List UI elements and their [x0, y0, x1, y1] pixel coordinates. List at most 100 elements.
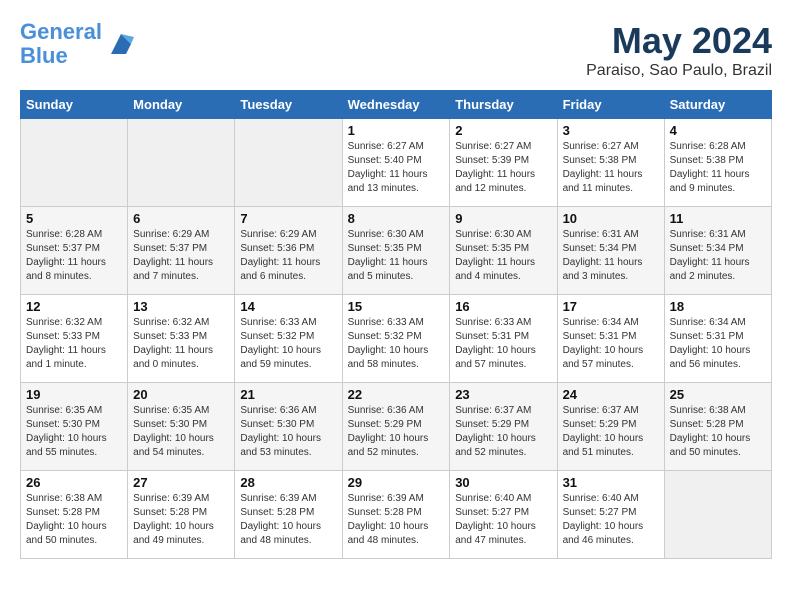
day-header-saturday: Saturday	[664, 91, 771, 119]
calendar-cell: 10 Sunrise: 6:31 AM Sunset: 5:34 PM Dayli…	[557, 207, 664, 295]
day-info: Sunrise: 6:39 AM Sunset: 5:28 PM Dayligh…	[133, 492, 229, 548]
day-info: Sunrise: 6:31 AM Sunset: 5:34 PM Dayligh…	[563, 228, 659, 284]
day-number: 16	[455, 299, 551, 314]
calendar-header-row: SundayMondayTuesdayWednesdayThursdayFrid…	[21, 91, 772, 119]
day-header-monday: Monday	[128, 91, 235, 119]
day-info: Sunrise: 6:36 AM Sunset: 5:30 PM Dayligh…	[240, 404, 336, 460]
calendar-cell: 25 Sunrise: 6:38 AM Sunset: 5:28 PM Dayli…	[664, 383, 771, 471]
day-number: 10	[563, 211, 659, 226]
day-info: Sunrise: 6:37 AM Sunset: 5:29 PM Dayligh…	[455, 404, 551, 460]
day-info: Sunrise: 6:35 AM Sunset: 5:30 PM Dayligh…	[133, 404, 229, 460]
day-number: 6	[133, 211, 229, 226]
day-number: 23	[455, 387, 551, 402]
day-info: Sunrise: 6:29 AM Sunset: 5:37 PM Dayligh…	[133, 228, 229, 284]
calendar-cell: 12Sunrise: 6:32 AM Sunset: 5:33 PM Dayli…	[21, 295, 128, 383]
calendar-table: SundayMondayTuesdayWednesdayThursdayFrid…	[20, 90, 772, 559]
calendar-cell: 17Sunrise: 6:34 AM Sunset: 5:31 PM Dayli…	[557, 295, 664, 383]
day-header-sunday: Sunday	[21, 91, 128, 119]
day-number: 22	[348, 387, 445, 402]
day-info: Sunrise: 6:40 AM Sunset: 5:27 PM Dayligh…	[455, 492, 551, 548]
calendar-cell: 19 Sunrise: 6:35 AM Sunset: 5:30 PM Dayli…	[21, 383, 128, 471]
day-info: Sunrise: 6:28 AM Sunset: 5:37 PM Dayligh…	[26, 228, 122, 284]
day-number: 7	[240, 211, 336, 226]
calendar-cell: 3 Sunrise: 6:27 AM Sunset: 5:38 PM Daylig…	[557, 119, 664, 207]
day-info: Sunrise: 6:31 AM Sunset: 5:34 PM Dayligh…	[670, 228, 766, 284]
logo: General Blue	[20, 20, 136, 68]
day-info: Sunrise: 6:35 AM Sunset: 5:30 PM Dayligh…	[26, 404, 122, 460]
day-number: 8	[348, 211, 445, 226]
day-number: 14	[240, 299, 336, 314]
title-block: May 2024 Paraiso, Sao Paulo, Brazil	[586, 20, 772, 80]
calendar-cell: 15 Sunrise: 6:33 AM Sunset: 5:32 PM Dayli…	[342, 295, 450, 383]
day-header-tuesday: Tuesday	[235, 91, 342, 119]
calendar-cell	[664, 471, 771, 559]
month-title: May 2024	[586, 20, 772, 62]
day-number: 31	[563, 475, 659, 490]
day-number: 19	[26, 387, 122, 402]
calendar-cell: 28 Sunrise: 6:39 AM Sunset: 5:28 PM Dayli…	[235, 471, 342, 559]
day-number: 11	[670, 211, 766, 226]
day-info: Sunrise: 6:27 AM Sunset: 5:40 PM Dayligh…	[348, 140, 445, 196]
day-info: Sunrise: 6:39 AM Sunset: 5:28 PM Dayligh…	[240, 492, 336, 548]
day-info: Sunrise: 6:38 AM Sunset: 5:28 PM Dayligh…	[670, 404, 766, 460]
calendar-week-4: 19 Sunrise: 6:35 AM Sunset: 5:30 PM Dayli…	[21, 383, 772, 471]
day-info: Sunrise: 6:34 AM Sunset: 5:31 PM Dayligh…	[563, 316, 659, 372]
day-number: 27	[133, 475, 229, 490]
day-header-thursday: Thursday	[450, 91, 557, 119]
day-number: 15	[348, 299, 445, 314]
day-number: 26	[26, 475, 122, 490]
day-info: Sunrise: 6:28 AM Sunset: 5:38 PM Dayligh…	[670, 140, 766, 196]
calendar-cell: 6 Sunrise: 6:29 AM Sunset: 5:37 PM Daylig…	[128, 207, 235, 295]
day-header-friday: Friday	[557, 91, 664, 119]
logo-text: General Blue	[20, 20, 102, 68]
day-info: Sunrise: 6:34 AM Sunset: 5:31 PM Dayligh…	[670, 316, 766, 372]
day-info: Sunrise: 6:29 AM Sunset: 5:36 PM Dayligh…	[240, 228, 336, 284]
day-info: Sunrise: 6:37 AM Sunset: 5:29 PM Dayligh…	[563, 404, 659, 460]
calendar-week-1: 1 Sunrise: 6:27 AM Sunset: 5:40 PM Daylig…	[21, 119, 772, 207]
calendar-cell: 2Sunrise: 6:27 AM Sunset: 5:39 PM Daylig…	[450, 119, 557, 207]
calendar-cell: 7 Sunrise: 6:29 AM Sunset: 5:36 PM Daylig…	[235, 207, 342, 295]
calendar-cell: 14 Sunrise: 6:33 AM Sunset: 5:32 PM Dayli…	[235, 295, 342, 383]
calendar-cell: 22 Sunrise: 6:36 AM Sunset: 5:29 PM Dayli…	[342, 383, 450, 471]
day-number: 30	[455, 475, 551, 490]
calendar-week-5: 26Sunrise: 6:38 AM Sunset: 5:28 PM Dayli…	[21, 471, 772, 559]
day-number: 28	[240, 475, 336, 490]
calendar-cell: 13Sunrise: 6:32 AM Sunset: 5:33 PM Dayli…	[128, 295, 235, 383]
calendar-cell: 1 Sunrise: 6:27 AM Sunset: 5:40 PM Daylig…	[342, 119, 450, 207]
day-number: 4	[670, 123, 766, 138]
day-info: Sunrise: 6:27 AM Sunset: 5:38 PM Dayligh…	[563, 140, 659, 196]
calendar-cell	[128, 119, 235, 207]
day-number: 13	[133, 299, 229, 314]
day-number: 5	[26, 211, 122, 226]
calendar-cell: 4 Sunrise: 6:28 AM Sunset: 5:38 PM Daylig…	[664, 119, 771, 207]
calendar-cell: 26Sunrise: 6:38 AM Sunset: 5:28 PM Dayli…	[21, 471, 128, 559]
calendar-cell: 31Sunrise: 6:40 AM Sunset: 5:27 PM Dayli…	[557, 471, 664, 559]
day-number: 18	[670, 299, 766, 314]
day-info: Sunrise: 6:33 AM Sunset: 5:32 PM Dayligh…	[240, 316, 336, 372]
calendar-cell: 18 Sunrise: 6:34 AM Sunset: 5:31 PM Dayli…	[664, 295, 771, 383]
calendar-week-3: 12Sunrise: 6:32 AM Sunset: 5:33 PM Dayli…	[21, 295, 772, 383]
calendar-cell: 23 Sunrise: 6:37 AM Sunset: 5:29 PM Dayli…	[450, 383, 557, 471]
calendar-cell: 16Sunrise: 6:33 AM Sunset: 5:31 PM Dayli…	[450, 295, 557, 383]
calendar-cell	[21, 119, 128, 207]
day-info: Sunrise: 6:39 AM Sunset: 5:28 PM Dayligh…	[348, 492, 445, 548]
day-number: 25	[670, 387, 766, 402]
day-info: Sunrise: 6:30 AM Sunset: 5:35 PM Dayligh…	[455, 228, 551, 284]
calendar-week-2: 5 Sunrise: 6:28 AM Sunset: 5:37 PM Daylig…	[21, 207, 772, 295]
location-subtitle: Paraiso, Sao Paulo, Brazil	[586, 62, 772, 80]
day-info: Sunrise: 6:33 AM Sunset: 5:32 PM Dayligh…	[348, 316, 445, 372]
day-number: 3	[563, 123, 659, 138]
day-number: 1	[348, 123, 445, 138]
calendar-cell: 8Sunrise: 6:30 AM Sunset: 5:35 PM Daylig…	[342, 207, 450, 295]
day-info: Sunrise: 6:27 AM Sunset: 5:39 PM Dayligh…	[455, 140, 551, 196]
calendar-cell	[235, 119, 342, 207]
calendar-cell: 29Sunrise: 6:39 AM Sunset: 5:28 PM Dayli…	[342, 471, 450, 559]
day-number: 9	[455, 211, 551, 226]
calendar-cell: 21Sunrise: 6:36 AM Sunset: 5:30 PM Dayli…	[235, 383, 342, 471]
day-info: Sunrise: 6:36 AM Sunset: 5:29 PM Dayligh…	[348, 404, 445, 460]
calendar-cell: 20Sunrise: 6:35 AM Sunset: 5:30 PM Dayli…	[128, 383, 235, 471]
calendar-cell: 11 Sunrise: 6:31 AM Sunset: 5:34 PM Dayli…	[664, 207, 771, 295]
day-number: 12	[26, 299, 122, 314]
calendar-cell: 30 Sunrise: 6:40 AM Sunset: 5:27 PM Dayli…	[450, 471, 557, 559]
day-number: 24	[563, 387, 659, 402]
